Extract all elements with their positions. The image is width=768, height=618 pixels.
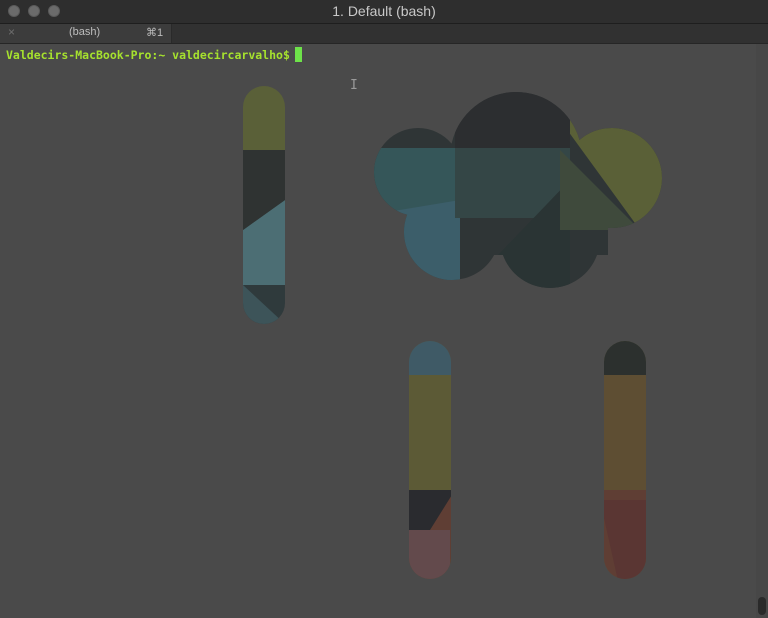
title-bar[interactable]: 1. Default (bash) [0,0,768,24]
scrollbar-thumb[interactable] [758,597,766,615]
tab-bash[interactable]: × (bash) ⌘1 [0,24,172,43]
cloud-heart-shape [374,92,662,288]
shell-prompt: Valdecirs-MacBook-Pro:~ valdecircarvalho… [6,48,290,62]
ibeam-cursor-icon: I [350,78,358,93]
terminal-pane[interactable]: Valdecirs-MacBook-Pro:~ valdecircarvalho… [0,44,768,618]
tab-label: (bash) [69,26,101,38]
tab-bar-empty-area[interactable] [172,24,768,43]
close-tab-icon[interactable]: × [8,25,15,39]
tab-bar: × (bash) ⌘1 [0,24,768,44]
tab-shortcut: ⌘1 [146,27,164,39]
terminal-cursor [295,47,302,62]
letter-m-shape [409,341,646,579]
letter-v-shape [184,362,352,556]
window-title: 1. Default (bash) [332,3,436,19]
i-love-vm-logo [184,86,662,579]
terminal-window: 1. Default (bash) × (bash) ⌘1 Valdecirs-… [0,0,768,618]
letter-i-shape [243,86,285,324]
scrollbar-track[interactable] [756,44,768,618]
